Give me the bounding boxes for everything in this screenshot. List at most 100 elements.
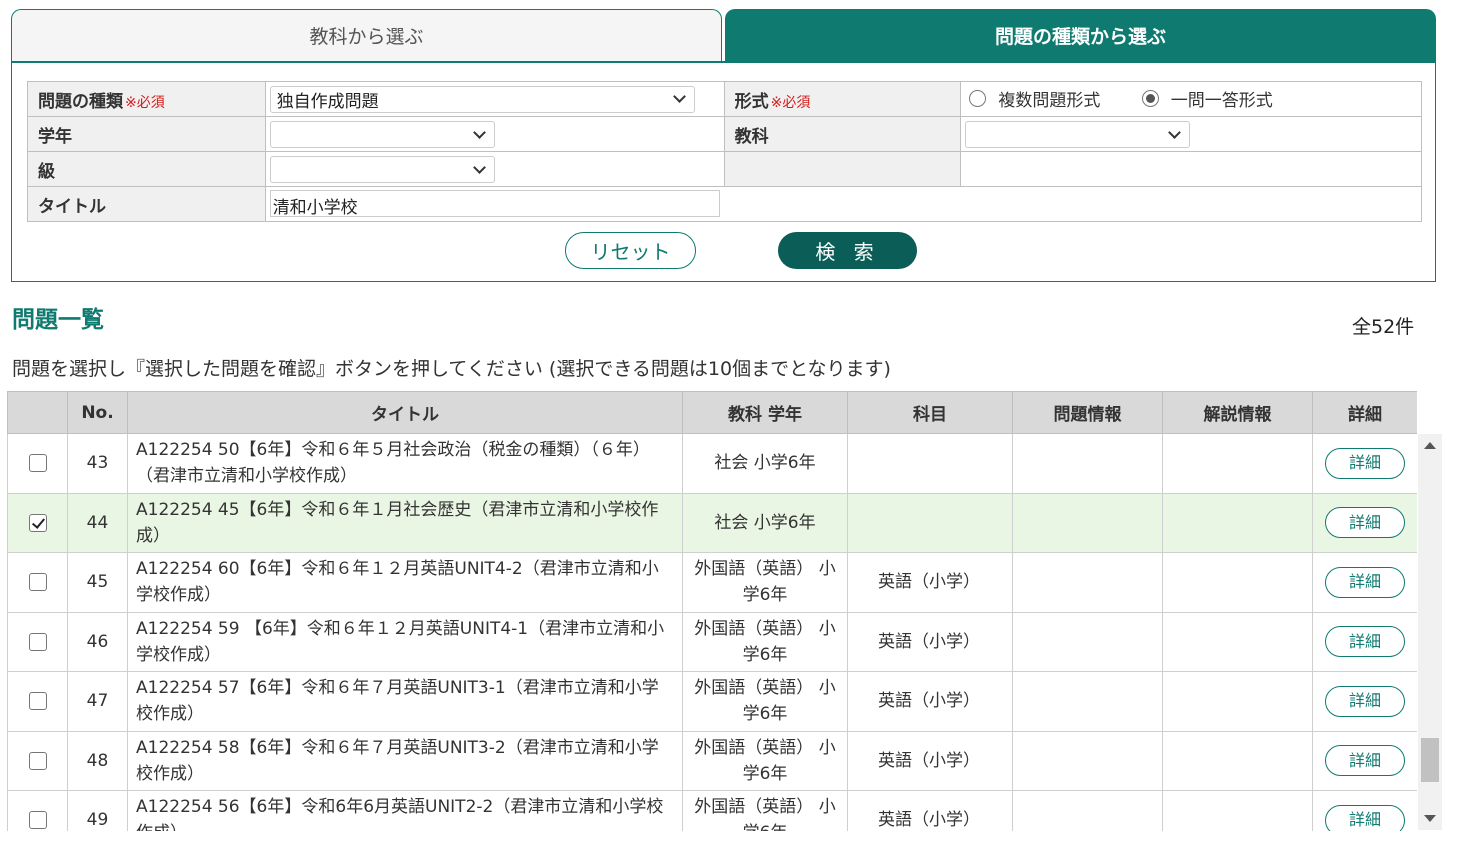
required-mark: ※必須 [770,94,811,111]
required-mark: ※必須 [125,94,165,111]
col-header-kamoku: 科目 [847,391,1013,434]
scrollbar-thumb[interactable] [1421,738,1439,782]
chevron-down-icon [472,125,486,139]
detail-button[interactable]: 詳細 [1325,745,1405,777]
row-subject-grade: 社会 小学6年 [682,433,848,494]
col-header-select [7,391,68,434]
title-input[interactable]: 清和小学校 [269,190,720,218]
radio-icon[interactable] [969,90,987,107]
tab-by-question-type[interactable]: 問題の種類から選ぶ [725,9,1436,61]
question-table-container: No. タイトル 教科 学年 科目 問題情報 解説情報 詳細 43 A12225… [7,391,1417,831]
grade-select[interactable] [269,121,495,149]
table-row: 44 A122254 45【6年】令和６年１月社会歴史（君津市立清和小学校作成）… [7,492,1417,553]
row-checkbox-checked[interactable] [28,513,47,532]
question-type-select[interactable]: 独自作成問題 [269,85,695,113]
row-title: A122254 45【6年】令和６年１月社会歴史（君津市立清和小学校作成） [127,492,683,553]
col-header-detail: 詳細 [1312,391,1417,434]
radio-selected-icon[interactable] [1141,90,1159,107]
chevron-down-icon [672,90,686,103]
row-checkbox[interactable] [28,811,47,830]
table-scrollbar[interactable] [1418,434,1442,830]
table-row: 45 A122254 60【6年】令和６年１２月英語UNIT4-2（君津市立清和… [7,552,1417,613]
row-number: 44 [67,492,128,553]
row-subject-grade: 社会 小学6年 [682,492,848,553]
reset-button[interactable]: リセット [565,232,696,269]
title-label: タイトル [27,186,266,222]
row-number: 45 [67,552,128,613]
table-row: 48 A122254 58【6年】令和６年７月英語UNIT3-2（君津市立清和小… [7,730,1417,791]
subject-select[interactable] [965,121,1191,149]
empty-value-cell [960,151,1422,187]
row-number: 46 [67,611,128,672]
col-header-question-info: 問題情報 [1012,391,1163,434]
row-subject-grade: 外国語（英語） 小学6年 [682,671,848,732]
scroll-down-arrow-icon[interactable] [1424,815,1436,822]
format-label: 形式 ※必須 [723,81,962,117]
tab-bar: 教科から選ぶ 問題の種類から選ぶ [11,9,1436,61]
row-title: A122254 50【6年】令和６年５月社会政治（税金の種類）（６年）（君津市立… [127,433,683,494]
row-kamoku: 英語（小学） [847,730,1013,791]
row-kamoku: 英語（小学） [847,611,1013,672]
col-header-title: タイトル [127,391,683,434]
row-title: A122254 59 【6年】令和６年１２月英語UNIT4-1（君津市立清和小学… [127,611,683,672]
question-list-heading: 問題一覧 [12,307,104,333]
chevron-down-icon [1168,125,1182,139]
row-explanation-info [1162,730,1313,791]
search-panel: 問題の種類 ※必須 独自作成問題 形式 ※必須 複数問題形式 一問一答形式 学年… [11,61,1436,282]
row-question-info [1012,433,1163,494]
detail-button[interactable]: 詳細 [1325,507,1405,539]
row-title: A122254 57【6年】令和６年７月英語UNIT3-1（君津市立清和小学校作… [127,671,683,732]
row-question-info [1012,552,1163,613]
question-type-label: 問題の種類 ※必須 [27,81,266,117]
row-title: A122254 58【6年】令和６年７月英語UNIT3-2（君津市立清和小学校作… [127,730,683,791]
tab-by-subject[interactable]: 教科から選ぶ [11,9,722,61]
row-explanation-info [1162,671,1313,732]
scroll-up-arrow-icon[interactable] [1424,442,1436,449]
subject-label: 教科 [723,116,962,152]
table-row: 49 A122254 56【6年】令和6年6月英語UNIT2-2（君津市立清和小… [7,790,1417,831]
search-form-table: 問題の種類 ※必須 独自作成問題 形式 ※必須 複数問題形式 一問一答形式 学年… [27,81,1423,222]
row-checkbox[interactable] [28,751,47,770]
row-kamoku: 英語（小学） [847,790,1013,831]
row-question-info [1012,671,1163,732]
detail-button[interactable]: 詳細 [1325,566,1405,598]
row-checkbox[interactable] [28,692,47,711]
col-header-subject-grade: 教科 学年 [682,391,848,434]
row-kamoku [847,433,1013,494]
row-explanation-info [1162,552,1313,613]
detail-button[interactable]: 詳細 [1325,626,1405,658]
detail-button[interactable]: 詳細 [1325,447,1405,479]
row-checkbox[interactable] [28,573,47,592]
chevron-down-icon [472,160,486,174]
row-explanation-info [1162,433,1313,494]
row-explanation-info [1162,790,1313,831]
result-count: 全52件 [1352,316,1415,338]
table-row: 46 A122254 59 【6年】令和６年１２月英語UNIT4-1（君津市立清… [7,611,1417,672]
row-title: A122254 60【6年】令和６年１２月英語UNIT4-2（君津市立清和小学校… [127,552,683,613]
detail-button[interactable]: 詳細 [1325,685,1405,717]
row-number: 49 [67,790,128,831]
row-checkbox[interactable] [28,632,47,651]
row-subject-grade: 外国語（英語） 小学6年 [682,730,848,791]
level-select[interactable] [269,156,495,184]
search-button[interactable]: 検 索 [778,232,917,269]
row-subject-grade: 外国語（英語） 小学6年 [682,552,848,613]
table-row: 47 A122254 57【6年】令和６年７月英語UNIT3-1（君津市立清和小… [7,671,1417,732]
format-radio-multiple[interactable]: 複数問題形式 [969,86,1100,111]
table-row: 43 A122254 50【6年】令和６年５月社会政治（税金の種類）（６年）（君… [7,433,1417,494]
detail-button[interactable]: 詳細 [1325,804,1405,831]
row-question-info [1012,492,1163,553]
row-kamoku [847,492,1013,553]
row-checkbox[interactable] [28,454,47,473]
format-radio-single[interactable]: 一問一答形式 [1141,86,1273,111]
col-header-explanation-info: 解説情報 [1162,391,1313,434]
row-kamoku: 英語（小学） [847,552,1013,613]
row-kamoku: 英語（小学） [847,671,1013,732]
row-question-info [1012,790,1163,831]
empty-label-cell [723,151,962,187]
row-subject-grade: 外国語（英語） 小学6年 [682,790,848,831]
instruction-text: 問題を選択し『選択した問題を確認』ボタンを押してください (選択できる問題は10… [12,358,891,380]
row-subject-grade: 外国語（英語） 小学6年 [682,611,848,672]
grade-label: 学年 [27,116,266,152]
row-number: 43 [67,433,128,494]
